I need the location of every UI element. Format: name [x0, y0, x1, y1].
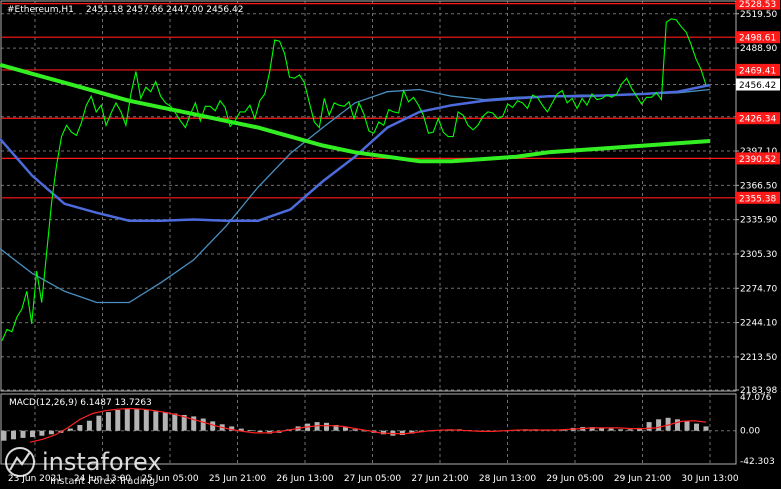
price-axis-label: 2213.50	[740, 353, 777, 363]
time-axis-label: 29 Jun 05:00	[546, 474, 603, 484]
macd-axis-label: 0.00	[740, 427, 760, 437]
macd-histogram-bar	[67, 428, 73, 431]
header-symbol: #Ethereum,H1	[7, 5, 74, 15]
macd-histogram-bar	[324, 422, 329, 431]
time-axis-label: 30 Jun 13:00	[681, 474, 738, 484]
macd-histogram-bar	[200, 418, 206, 431]
time-axis-label: 28 Jun 13:00	[479, 474, 536, 484]
level-price-tag-label: 2355.38	[739, 194, 776, 204]
macd-histogram-bar	[1, 430, 7, 441]
time-axis-label: 29 Jun 21:00	[614, 474, 671, 484]
price-axis-label: 2305.30	[740, 250, 777, 260]
macd-histogram-bar	[399, 430, 405, 435]
macd-histogram-bar	[352, 429, 358, 431]
price-axis-label: 2335.90	[740, 216, 777, 226]
macd-histogram-bar	[618, 429, 624, 431]
macd-histogram-bar	[77, 425, 83, 431]
macd-histogram-bar	[115, 410, 121, 431]
price-chart[interactable]: 2519.502488.902427.712397.102366.502335.…	[0, 0, 781, 489]
macd-histogram-bar	[105, 412, 111, 431]
macd-histogram-bar	[684, 421, 690, 431]
level-price-tag-label: 2469.41	[739, 66, 776, 76]
macd-axis-label: 47.076	[740, 393, 772, 403]
macd-histogram-bar	[86, 420, 92, 431]
level-price-tag-label: 2498.61	[739, 34, 776, 44]
time-axis-label: 27 Jun 21:00	[411, 474, 468, 484]
level-price-tag-label: 2390.52	[739, 155, 776, 165]
logo-brand: instaforex	[42, 448, 162, 476]
level-price-tag-label: 2426.34	[739, 115, 776, 125]
macd-histogram-bar	[124, 408, 130, 431]
price-axis-label: 2366.50	[740, 181, 777, 191]
time-axis-label: 26 Jun 13:00	[276, 474, 333, 484]
logo-tagline: Instant Forex Trading	[50, 476, 155, 487]
macd-histogram-bar	[30, 430, 35, 438]
price-axis-label: 2274.70	[740, 284, 777, 294]
macd-histogram-bar	[627, 429, 633, 431]
macd-histogram-bar	[646, 422, 652, 431]
macd-axis-label: -42.303	[740, 457, 775, 467]
macd-histogram-bar	[20, 430, 26, 438]
macd-label: MACD(12,26,9) 6.1487 13.7263	[9, 398, 152, 408]
macd-histogram-bar	[656, 419, 662, 431]
macd-histogram-bar	[39, 430, 45, 436]
level-price-tag-label: 2528.53	[739, 0, 776, 10]
macd-histogram-bar	[11, 430, 16, 440]
macd-histogram-bar	[96, 415, 102, 431]
current-price-tag-label: 2456.42	[739, 81, 776, 91]
macd-histogram-bar	[143, 410, 149, 431]
macd-histogram-bar	[172, 413, 178, 431]
macd-histogram-bar	[675, 419, 680, 431]
time-axis-label: 27 Jun 05:00	[344, 474, 401, 484]
macd-histogram-bar	[134, 409, 140, 431]
header-ohlc: 2451.18 2457.66 2447.00 2456.42	[86, 5, 243, 15]
macd-histogram-bar	[162, 412, 168, 431]
macd-histogram-bar	[48, 430, 54, 435]
macd-histogram-bar	[608, 428, 614, 431]
macd-histogram-bar	[257, 430, 263, 433]
price-axis-label: 2488.90	[740, 44, 777, 54]
price-axis-label: 2519.50	[740, 10, 777, 20]
macd-histogram-bar	[703, 426, 709, 431]
macd-histogram-bar	[694, 423, 699, 431]
macd-histogram-bar	[153, 411, 159, 431]
macd-histogram-bar	[248, 430, 254, 431]
price-axis-label: 2244.10	[740, 319, 777, 329]
time-axis-label: 25 Jun 21:00	[209, 474, 266, 484]
